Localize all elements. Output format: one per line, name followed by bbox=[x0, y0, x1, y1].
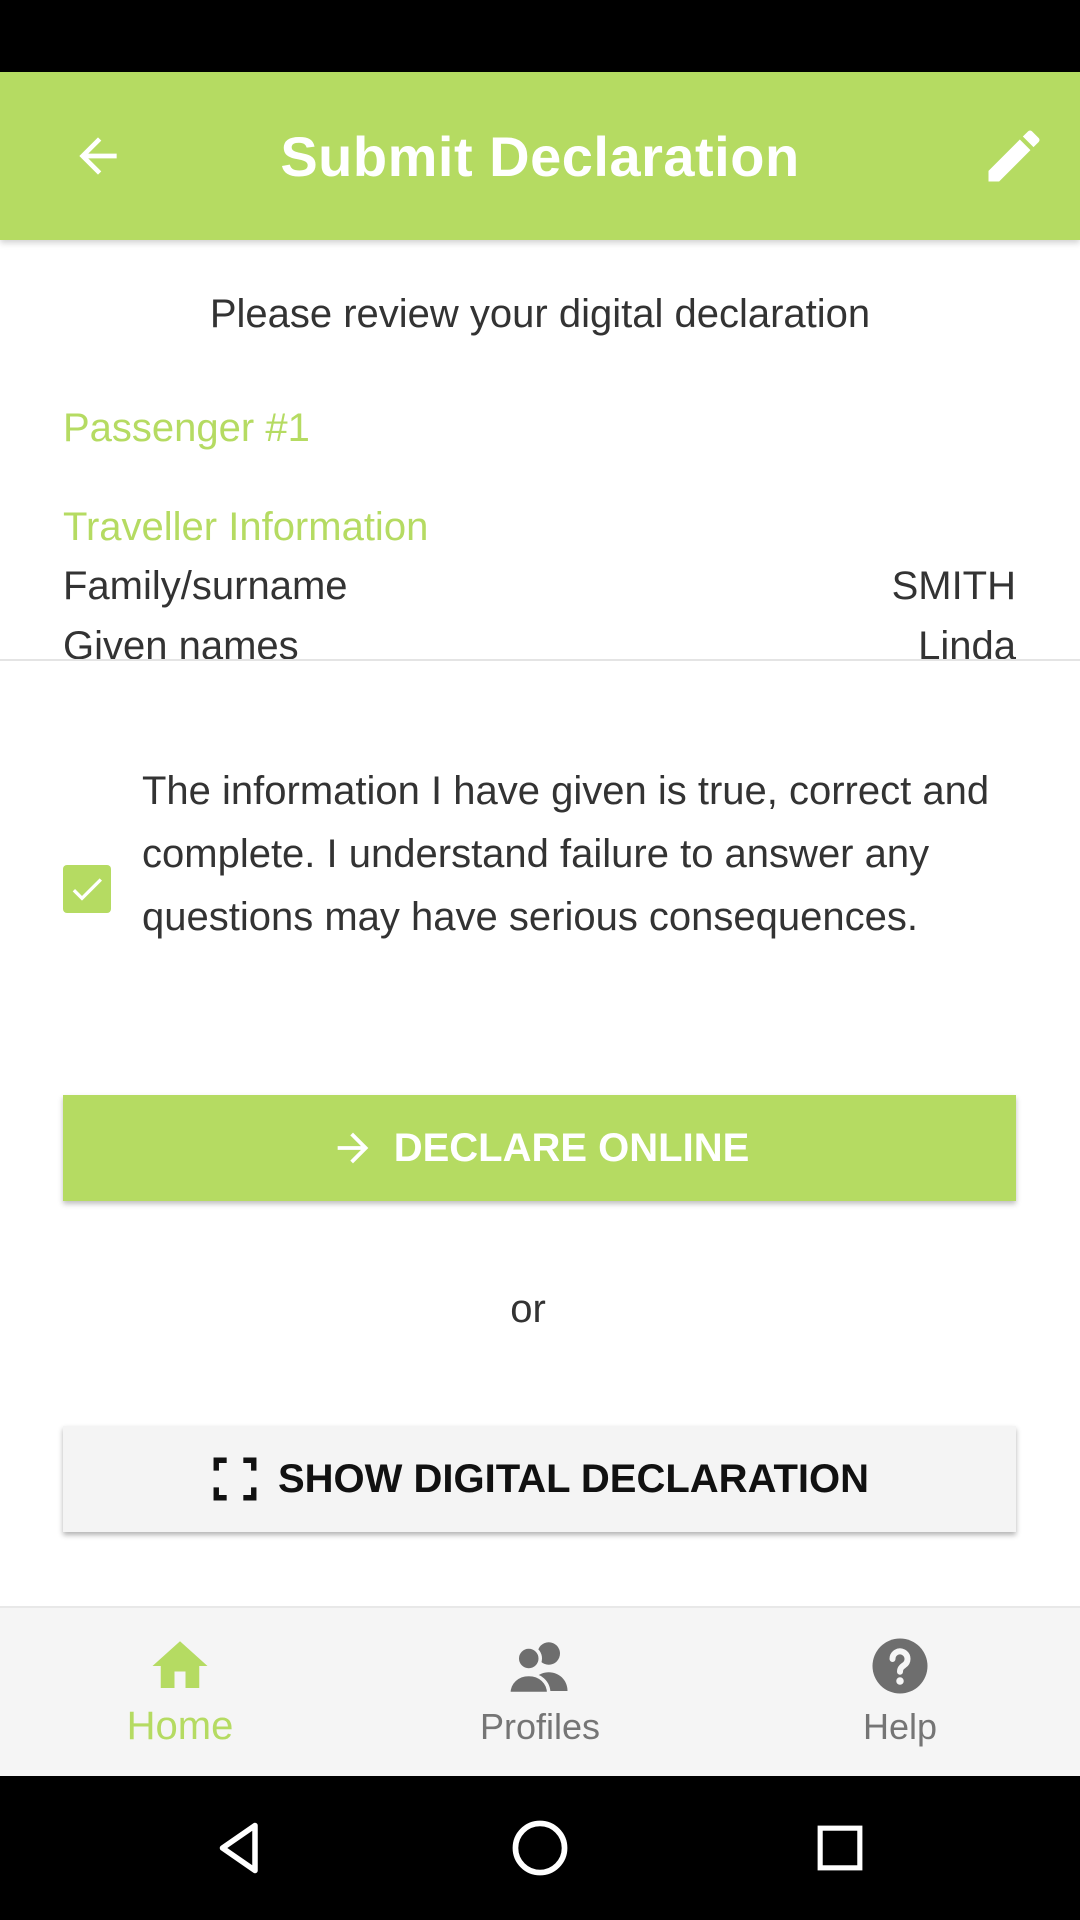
declare-online-button[interactable]: DECLARE ONLINE bbox=[63, 1095, 1016, 1201]
review-intro-text: Please review your digital declaration bbox=[209, 292, 871, 336]
profiles-icon bbox=[506, 1642, 568, 1696]
passenger-heading: Passenger #1 bbox=[63, 406, 310, 450]
info-row-given-names: Given names Linda bbox=[63, 624, 1016, 660]
or-separator: or bbox=[510, 1287, 546, 1331]
status-bar bbox=[0, 0, 1080, 72]
show-declaration-label: SHOW DIGITAL DECLARATION bbox=[277, 1456, 870, 1501]
app-bar: Submit Declaration bbox=[0, 72, 1080, 240]
info-row-surname: Family/surname SMITH bbox=[63, 564, 1016, 614]
divider bbox=[0, 659, 1080, 661]
arrow-left-icon bbox=[79, 137, 117, 175]
edit-button[interactable] bbox=[974, 116, 1054, 196]
info-value: SMITH bbox=[891, 564, 1016, 608]
nav-label: Help bbox=[862, 1706, 938, 1747]
show-digital-declaration-button[interactable]: SHOW DIGITAL DECLARATION bbox=[63, 1426, 1016, 1532]
info-label: Family/surname bbox=[63, 564, 348, 608]
consent-section: The information I have given is true, co… bbox=[63, 760, 1020, 1006]
info-value: Linda bbox=[918, 624, 1016, 660]
arrow-right-icon bbox=[330, 1125, 376, 1171]
nav-item-home[interactable]: Home bbox=[0, 1608, 360, 1778]
system-navigation-bar bbox=[0, 1776, 1080, 1920]
traveller-info-heading: Traveller Information bbox=[63, 505, 429, 549]
consent-checkbox[interactable] bbox=[63, 865, 111, 913]
declaration-review-panel[interactable]: Please review your digital declaration P… bbox=[0, 240, 1080, 660]
recents-square-icon bbox=[817, 1825, 863, 1871]
system-recents-button[interactable] bbox=[800, 1808, 880, 1888]
declare-online-label: DECLARE ONLINE bbox=[393, 1125, 750, 1170]
bottom-navigation: Home Profiles Help bbox=[0, 1606, 1080, 1778]
consent-text: The information I have given is true, co… bbox=[142, 769, 990, 939]
back-button[interactable] bbox=[60, 118, 136, 194]
nav-item-help[interactable]: Help bbox=[720, 1608, 1080, 1778]
home-circle-icon bbox=[512, 1820, 568, 1876]
nav-label: Profiles bbox=[479, 1706, 601, 1747]
nav-item-profiles[interactable]: Profiles bbox=[360, 1608, 720, 1778]
back-triangle-icon bbox=[219, 1822, 258, 1874]
info-label: Given names bbox=[63, 624, 299, 660]
system-home-button[interactable] bbox=[500, 1808, 580, 1888]
nav-label: Home bbox=[126, 1704, 234, 1748]
checkmark-icon bbox=[72, 878, 102, 901]
scan-frame-icon bbox=[210, 1454, 260, 1504]
pencil-icon bbox=[988, 130, 1040, 182]
page-title: Submit Declaration bbox=[280, 124, 800, 188]
system-back-button[interactable] bbox=[200, 1808, 280, 1888]
help-icon bbox=[872, 1638, 928, 1694]
home-icon bbox=[152, 1641, 208, 1688]
